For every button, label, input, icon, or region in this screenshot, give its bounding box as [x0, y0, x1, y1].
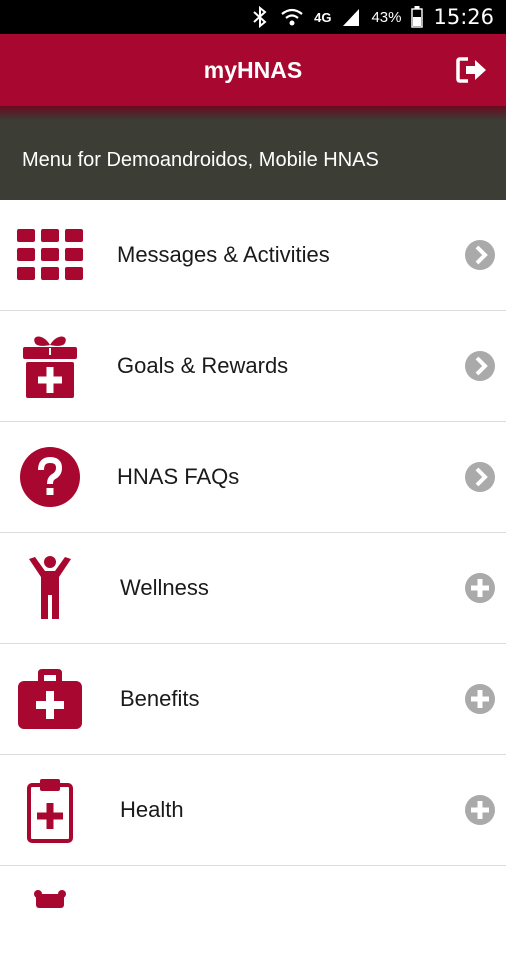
menu-item-label: HNAS FAQs: [117, 464, 240, 489]
menu-item-goals-rewards[interactable]: Goals & Rewards: [0, 311, 506, 422]
logout-icon: [456, 57, 486, 83]
subheader-text: Menu for Demoandroidos, Mobile HNAS: [22, 148, 379, 171]
plus-icon[interactable]: [464, 572, 496, 604]
chevron-right-icon[interactable]: [464, 461, 496, 493]
battery-percent: 43%: [371, 8, 402, 26]
medkit-icon: [0, 644, 100, 754]
menu-item-label: Messages & Activities: [117, 242, 330, 267]
clock: 15:26: [433, 5, 494, 29]
person-icon: [0, 533, 100, 643]
menu-item-partial[interactable]: [0, 866, 506, 976]
wifi-icon: [280, 7, 304, 27]
battery-icon: [411, 6, 424, 28]
menu-item-messages-activities[interactable]: Messages & Activities: [0, 200, 506, 311]
question-icon: [0, 422, 100, 532]
grid-icon: [0, 200, 100, 310]
app-bar: myHNAS: [0, 34, 506, 106]
menu-item-hnas-faqs[interactable]: HNAS FAQs: [0, 422, 506, 533]
bluetooth-icon: [250, 6, 270, 28]
menu-item-benefits[interactable]: Benefits: [0, 644, 506, 755]
menu-item-wellness[interactable]: Wellness: [0, 533, 506, 644]
network-type-icon: 4G: [314, 9, 332, 25]
clipboard-icon: [0, 755, 100, 865]
menu-item-label: Goals & Rewards: [117, 353, 289, 378]
logout-button[interactable]: [454, 52, 490, 88]
plus-icon[interactable]: [464, 683, 496, 715]
plus-icon[interactable]: [464, 794, 496, 826]
menu-item-label: Benefits: [120, 686, 200, 711]
status-bar: 4G 43% 15:26: [0, 0, 506, 34]
app-bar-shadow: [0, 106, 506, 120]
chevron-right-icon[interactable]: [464, 350, 496, 382]
main-menu: Messages & Activities Goals & Rewards HN…: [0, 200, 506, 976]
partial-icon: [0, 866, 100, 976]
menu-item-label: Health: [120, 797, 184, 822]
app-title: myHNAS: [203, 56, 303, 83]
gift-icon: [0, 311, 100, 421]
menu-item-health[interactable]: Health: [0, 755, 506, 866]
menu-subheader: Menu for Demoandroidos, Mobile HNAS: [0, 120, 506, 200]
status-icons: 4G 43% 15:26: [250, 0, 494, 34]
signal-icon: [341, 7, 361, 27]
menu-item-label: Wellness: [120, 575, 209, 600]
chevron-right-icon[interactable]: [464, 239, 496, 271]
